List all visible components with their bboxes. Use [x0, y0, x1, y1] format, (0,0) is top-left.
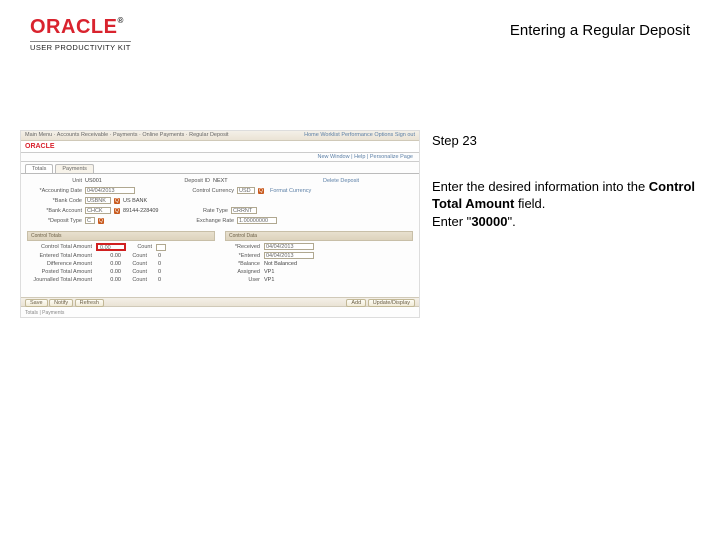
ss-brand-bar: ORACLE	[21, 141, 419, 153]
bank-account-input[interactable]: CHCK	[85, 207, 111, 214]
brand-block: ORACLE® USER PRODUCTIVITY KIT	[30, 16, 131, 52]
page-header: ORACLE® USER PRODUCTIVITY KIT Entering a…	[30, 16, 690, 52]
deposit-type-input[interactable]: C	[85, 217, 95, 224]
bank-code-input[interactable]: USBNK	[85, 197, 111, 204]
app-screenshot: Main Menu · Accounts Receivable · Paymen…	[20, 130, 420, 318]
lookup-icon[interactable]: Q	[258, 188, 264, 194]
lookup-icon[interactable]: Q	[98, 218, 104, 224]
brand-subtitle: USER PRODUCTIVITY KIT	[30, 41, 131, 52]
add-button[interactable]: Add	[346, 299, 366, 307]
ss-body: UnitUS001 Deposit IDNEXT Delete Deposit …	[21, 174, 419, 289]
delete-deposit-link[interactable]: Delete Deposit	[323, 178, 359, 184]
lookup-icon[interactable]: Q	[114, 198, 120, 204]
count-input[interactable]	[156, 244, 166, 251]
refresh-button[interactable]: Refresh	[75, 299, 104, 307]
control-currency-input[interactable]: USD	[237, 187, 255, 194]
page-title: Entering a Regular Deposit	[510, 22, 690, 39]
ss-action-bar: Save Notify Refresh Add Update/Display	[21, 297, 419, 307]
received-input[interactable]: 04/04/2013	[264, 243, 314, 250]
oracle-logo: ORACLE®	[30, 16, 131, 39]
instruction-text: Enter the desired information into the C…	[432, 178, 700, 231]
control-total-amount-input[interactable]: 0.00	[96, 243, 126, 251]
section-control-data: Control Data	[225, 231, 413, 241]
notify-button[interactable]: Notify	[49, 299, 73, 307]
entered-date-input[interactable]: 04/04/2013	[264, 252, 314, 259]
ss-top-links: Home Worklist Performance Options Sign o…	[304, 132, 415, 139]
exchange-rate-input[interactable]: 1.00000000	[237, 217, 277, 224]
ss-row: UnitUS001 Deposit IDNEXT Delete Deposit	[27, 178, 413, 184]
rate-type-input[interactable]: CRRNT	[231, 207, 257, 214]
ss-oracle-logo: ORACLE	[25, 143, 55, 150]
step-label: Step 23	[432, 132, 700, 150]
tab-payments[interactable]: Payments	[55, 164, 93, 173]
instruction-panel: Step 23 Enter the desired information in…	[432, 130, 700, 318]
save-button[interactable]: Save	[25, 299, 48, 307]
tab-totals[interactable]: Totals	[25, 164, 53, 173]
main-content: Main Menu · Accounts Receivable · Paymen…	[20, 130, 700, 318]
ss-tabs: Totals Payments	[21, 162, 419, 174]
update-button[interactable]: Update/Display	[368, 299, 415, 307]
section-control-totals: Control Totals	[27, 231, 215, 241]
ss-breadcrumb-bar: Main Menu · Accounts Receivable · Paymen…	[21, 131, 419, 141]
ss-sublinks: New Window | Help | Personalize Page	[21, 153, 419, 162]
ss-footer-links: Totals | Payments	[25, 310, 64, 316]
lookup-icon[interactable]: Q	[114, 208, 120, 214]
ss-breadcrumb: Main Menu · Accounts Receivable · Paymen…	[25, 132, 229, 139]
accounting-date-input[interactable]: 04/04/2013	[85, 187, 135, 194]
